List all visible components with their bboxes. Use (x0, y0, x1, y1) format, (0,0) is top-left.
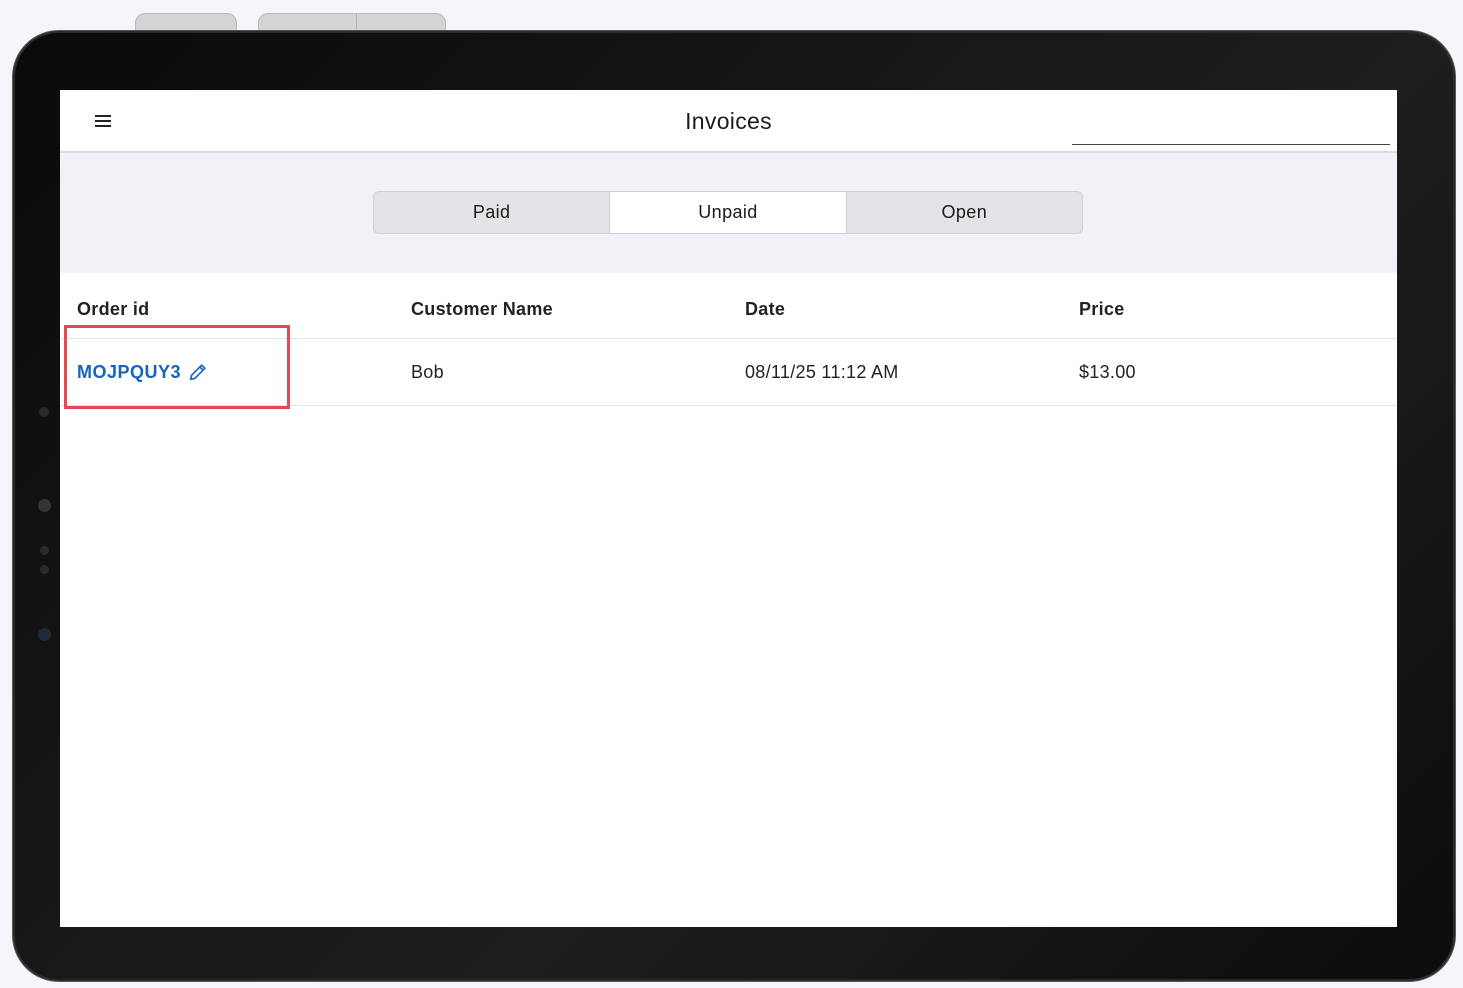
column-header-date: Date (745, 299, 786, 319)
table-header: Order id Customer Name Date Price (60, 273, 1397, 339)
column-header-customer-name: Customer Name (411, 299, 553, 319)
sensor-dot (39, 407, 49, 417)
app-bar: Invoices (60, 90, 1397, 153)
date-cell: 08/11/25 11:12 AM (745, 361, 899, 382)
table-row[interactable]: MOJPQUY3 Bob 08/11/25 11:12 AM $13.00 (60, 325, 1397, 409)
column-header-order-id: Order id (77, 299, 150, 319)
tab-unpaid[interactable]: Unpaid (610, 192, 847, 233)
tab-open[interactable]: Open (847, 192, 1082, 233)
invoices-table: Order id Customer Name Date Price MOJPQU… (60, 273, 1397, 409)
app-screen: Invoices Paid Unpaid Open Order id Custo… (60, 90, 1397, 927)
price-cell: $13.00 (1079, 361, 1136, 382)
search-input[interactable] (1072, 120, 1390, 145)
filter-area: Paid Unpaid Open (60, 153, 1397, 273)
order-id-link[interactable]: MOJPQUY3 (77, 362, 181, 383)
camera-dot (38, 628, 51, 641)
column-header-price: Price (1079, 299, 1125, 319)
sensor-dot (40, 565, 49, 574)
customer-name-cell: Bob (411, 361, 444, 382)
status-filter-tabs: Paid Unpaid Open (373, 191, 1083, 234)
order-id-cell: MOJPQUY3 (60, 339, 394, 405)
sensor-dot (40, 546, 49, 555)
camera-dot (38, 499, 51, 512)
tab-paid[interactable]: Paid (374, 192, 611, 233)
pencil-edit-icon[interactable] (187, 361, 209, 383)
